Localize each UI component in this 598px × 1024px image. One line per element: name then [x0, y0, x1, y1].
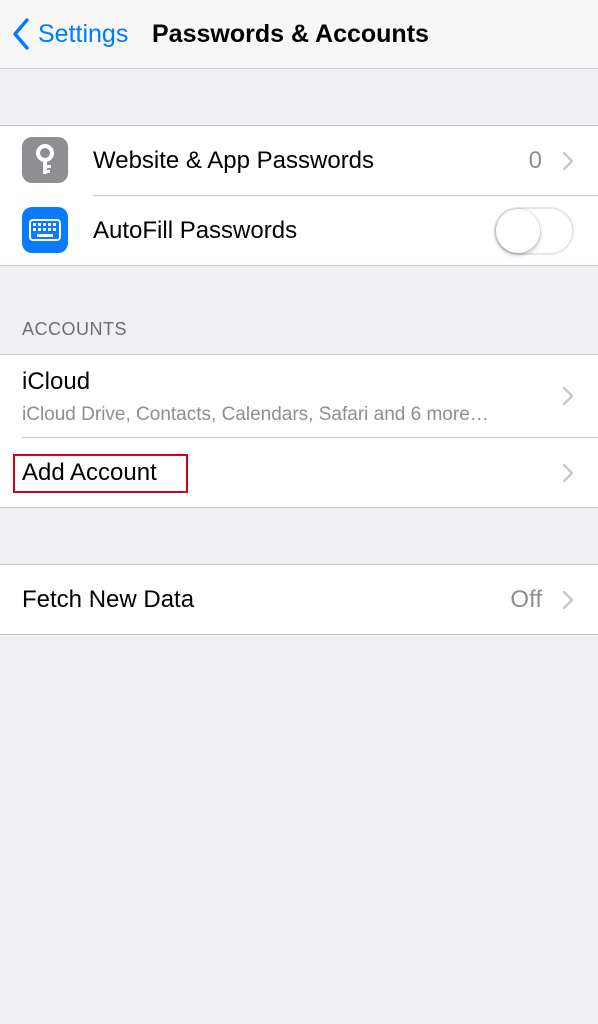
back-button-label: Settings [38, 20, 129, 48]
website-app-passwords-row[interactable]: Website & App Passwords 0 [0, 126, 598, 195]
autofill-passwords-row: AutoFill Passwords [0, 196, 598, 265]
add-account-highlight [13, 454, 188, 493]
passwords-group: Website & App Passwords 0 AutoFill Passw… [0, 125, 598, 266]
website-app-passwords-label: Website & App Passwords [93, 147, 375, 174]
icloud-account-detail: iCloud Drive, Contacts, Calendars, Safar… [22, 404, 489, 425]
chevron-right-icon [562, 590, 574, 610]
page-title: Passwords & Accounts [152, 20, 429, 48]
navigation-bar: Settings Passwords & Accounts [0, 0, 598, 69]
chevron-right-icon [562, 386, 574, 406]
toggle-knob [496, 209, 540, 253]
fetch-new-data-label: Fetch New Data [22, 586, 195, 613]
fetch-new-data-value: Off [510, 586, 542, 613]
keyboard-icon [22, 207, 68, 253]
autofill-passwords-label: AutoFill Passwords [93, 217, 298, 244]
key-icon [22, 137, 68, 183]
chevron-right-icon [562, 463, 574, 483]
icloud-account-row[interactable]: iCloud iCloud Drive, Contacts, Calendars… [0, 355, 598, 437]
fetch-new-data-row[interactable]: Fetch New Data Off [0, 565, 598, 634]
back-button[interactable]: Settings [10, 14, 128, 54]
accounts-section-header: ACCOUNTS [22, 319, 128, 339]
chevron-right-icon [562, 151, 574, 171]
fetch-group: Fetch New Data Off [0, 564, 598, 635]
autofill-passwords-toggle[interactable] [494, 207, 574, 255]
chevron-left-icon [13, 18, 29, 50]
passwords-count: 0 [528, 147, 542, 174]
icloud-account-label: iCloud [22, 368, 91, 395]
